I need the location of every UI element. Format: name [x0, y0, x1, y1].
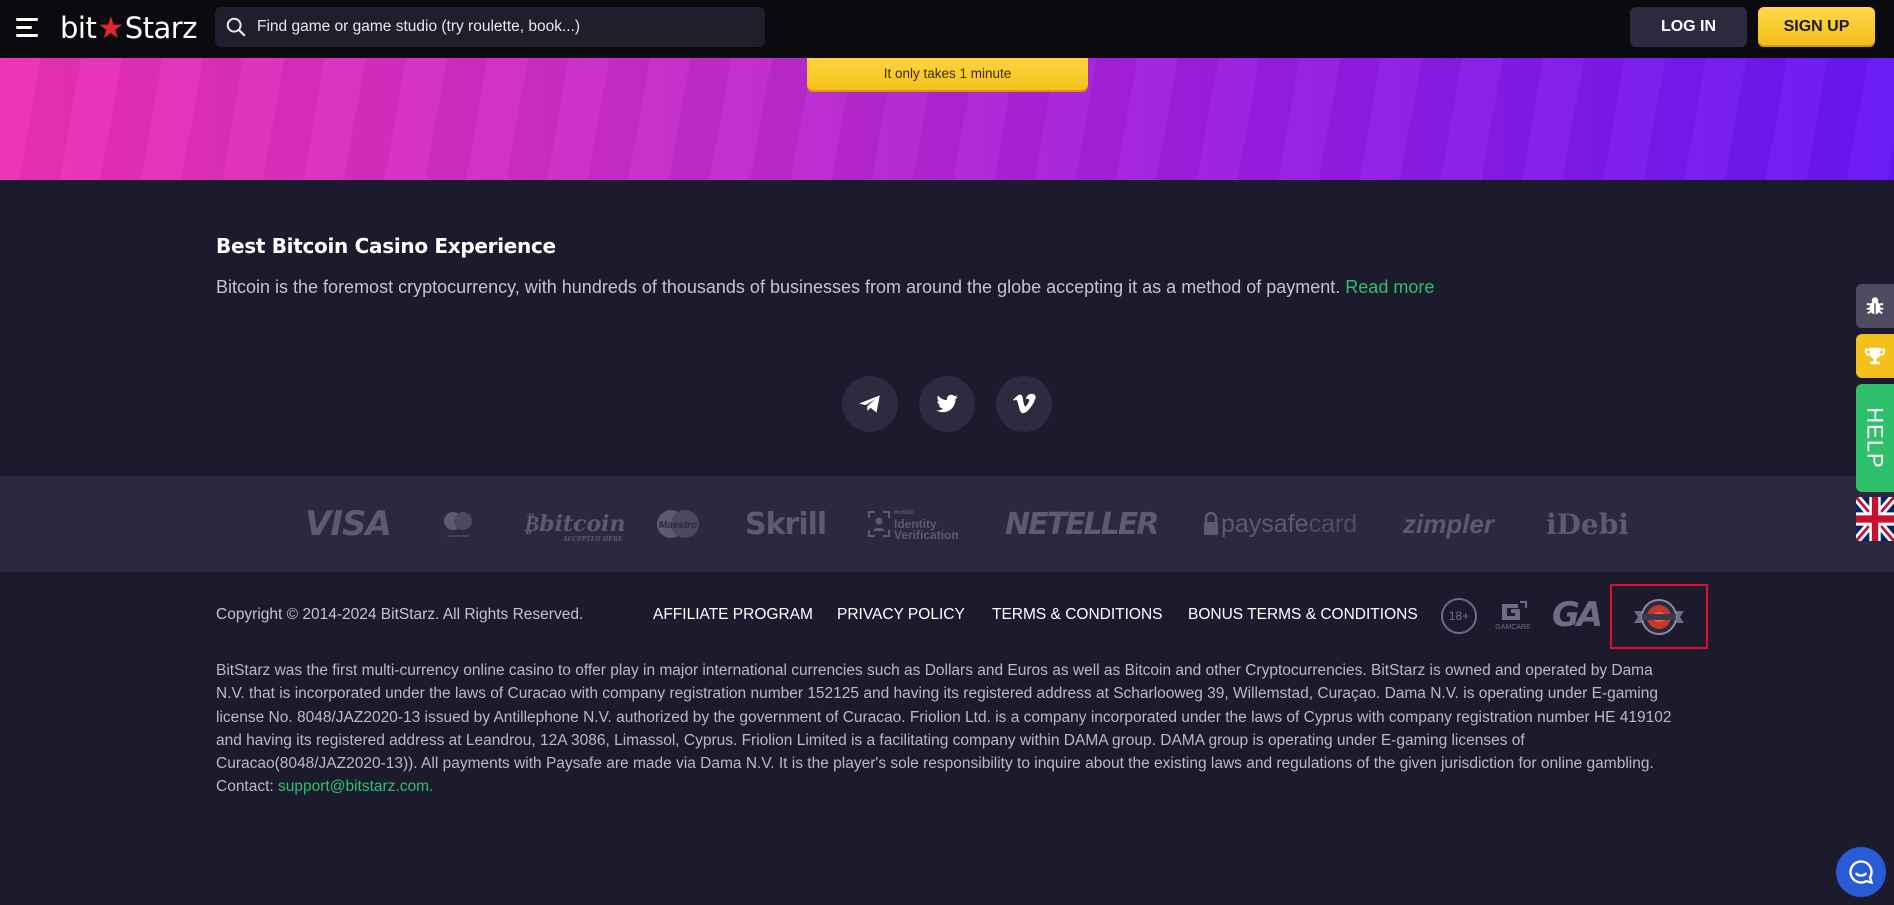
report-bug-button[interactable] — [1856, 284, 1894, 328]
identity-verification-logo: mobile Identity Verification — [868, 506, 959, 542]
live-chat-button[interactable] — [1836, 847, 1886, 897]
mastercard-caption: mastercard — [447, 533, 469, 538]
twitter-button[interactable] — [919, 376, 975, 432]
bitstarz-logo[interactable]: bit ★ Starz — [60, 10, 197, 46]
copyright-text: Copyright © 2014-2024 BitStarz. All Righ… — [216, 606, 584, 623]
signup-button[interactable]: SIGN UP — [1758, 7, 1875, 47]
paysafe-card-text: card — [1308, 509, 1358, 538]
padlock-icon — [1204, 512, 1218, 535]
maestro-logo: Maestro — [655, 506, 701, 542]
maestro-text: Maestro — [659, 520, 697, 531]
seo-text: Bitcoin is the foremost cryptocurrency, … — [216, 277, 1341, 297]
skrill-logo: Skrill — [745, 506, 827, 542]
uk-flag-icon — [1856, 497, 1894, 541]
help-label: HELP — [1863, 407, 1889, 469]
mastercard-logo: mastercard — [440, 506, 476, 542]
terms-conditions-link[interactable]: TERMS & CONDITIONS — [992, 606, 1163, 624]
twitter-icon — [936, 394, 958, 413]
gamcare-badge[interactable]: GAMCARE — [1495, 596, 1531, 634]
certification-badge[interactable] — [1610, 584, 1708, 649]
promo-banner: It only takes 1 minute — [0, 58, 1894, 180]
privacy-policy-link[interactable]: PRIVACY POLICY — [837, 606, 965, 624]
age-18-badge[interactable]: 18+ — [1441, 598, 1477, 634]
vimeo-icon — [1013, 393, 1036, 414]
payment-methods-strip: VISA mastercard ₿ bitcoin ACCEPTED HERE M… — [0, 476, 1894, 572]
certified-seal-icon — [1634, 598, 1684, 635]
seo-paragraph: Bitcoin is the foremost cryptocurrency, … — [216, 277, 1434, 298]
login-button[interactable]: LOG IN — [1630, 7, 1747, 47]
search-input[interactable] — [257, 18, 757, 36]
bitcoin-caption: ACCEPTED HERE — [563, 536, 623, 543]
legal-disclaimer: BitStarz was the first multi-currency on… — [216, 659, 1676, 799]
telegram-button[interactable] — [842, 376, 898, 432]
logo-star-icon: ★ — [97, 10, 124, 46]
trophy-icon — [1864, 347, 1886, 365]
bitcoin-symbol-icon: ₿ — [523, 511, 540, 537]
legal-text: BitStarz was the first multi-currency on… — [216, 662, 1672, 796]
gamcare-icon — [1502, 600, 1527, 620]
bitcoin-text: bitcoin — [539, 511, 626, 537]
neteller-logo: NETELLER — [1005, 506, 1159, 542]
tournaments-button[interactable] — [1856, 334, 1894, 378]
affiliate-program-link[interactable]: AFFILIATE PROGRAM — [653, 606, 813, 624]
signup-cta-button[interactable]: It only takes 1 minute — [807, 58, 1088, 90]
menu-icon[interactable] — [16, 17, 40, 39]
language-selector-uk[interactable] — [1856, 497, 1894, 541]
top-header: bit★Starz LOG IN SIGN UP — [0, 0, 1894, 58]
search-bar[interactable] — [215, 7, 765, 47]
visa-logo: VISA — [305, 504, 392, 544]
paysafecard-logo: paysafe card — [1203, 506, 1357, 542]
idebit-logo: iDebi — [1546, 507, 1629, 541]
logo-text-left: bit — [60, 11, 97, 45]
vimeo-button[interactable] — [996, 376, 1052, 432]
zimpler-logo: zimpler — [1403, 508, 1495, 539]
idv-line3: Verification — [894, 527, 959, 542]
bitcoin-logo: ₿ bitcoin ACCEPTED HERE — [523, 506, 626, 543]
maestro-icon: Maestro — [657, 510, 699, 538]
gamcare-label: GAMCARE — [1495, 623, 1531, 631]
help-button[interactable]: HELP — [1856, 384, 1894, 492]
chat-bubble-icon — [1849, 860, 1874, 885]
bug-icon — [1866, 297, 1884, 315]
mastercard-icon: mastercard — [444, 512, 472, 538]
support-email-link[interactable]: support@bitstarz.com. — [278, 778, 433, 795]
gambling-anonymous-badge[interactable]: GA — [1548, 595, 1604, 635]
search-icon — [226, 17, 246, 37]
logo-text-right: Starz — [124, 11, 198, 45]
id-scan-icon — [868, 511, 890, 537]
paysafe-text: paysafe — [1221, 509, 1309, 538]
telegram-icon — [859, 395, 880, 413]
read-more-link[interactable]: Read more — [1345, 277, 1434, 297]
seo-title: Best Bitcoin Casino Experience — [216, 234, 556, 258]
bonus-terms-link[interactable]: BONUS TERMS & CONDITIONS — [1188, 606, 1418, 624]
